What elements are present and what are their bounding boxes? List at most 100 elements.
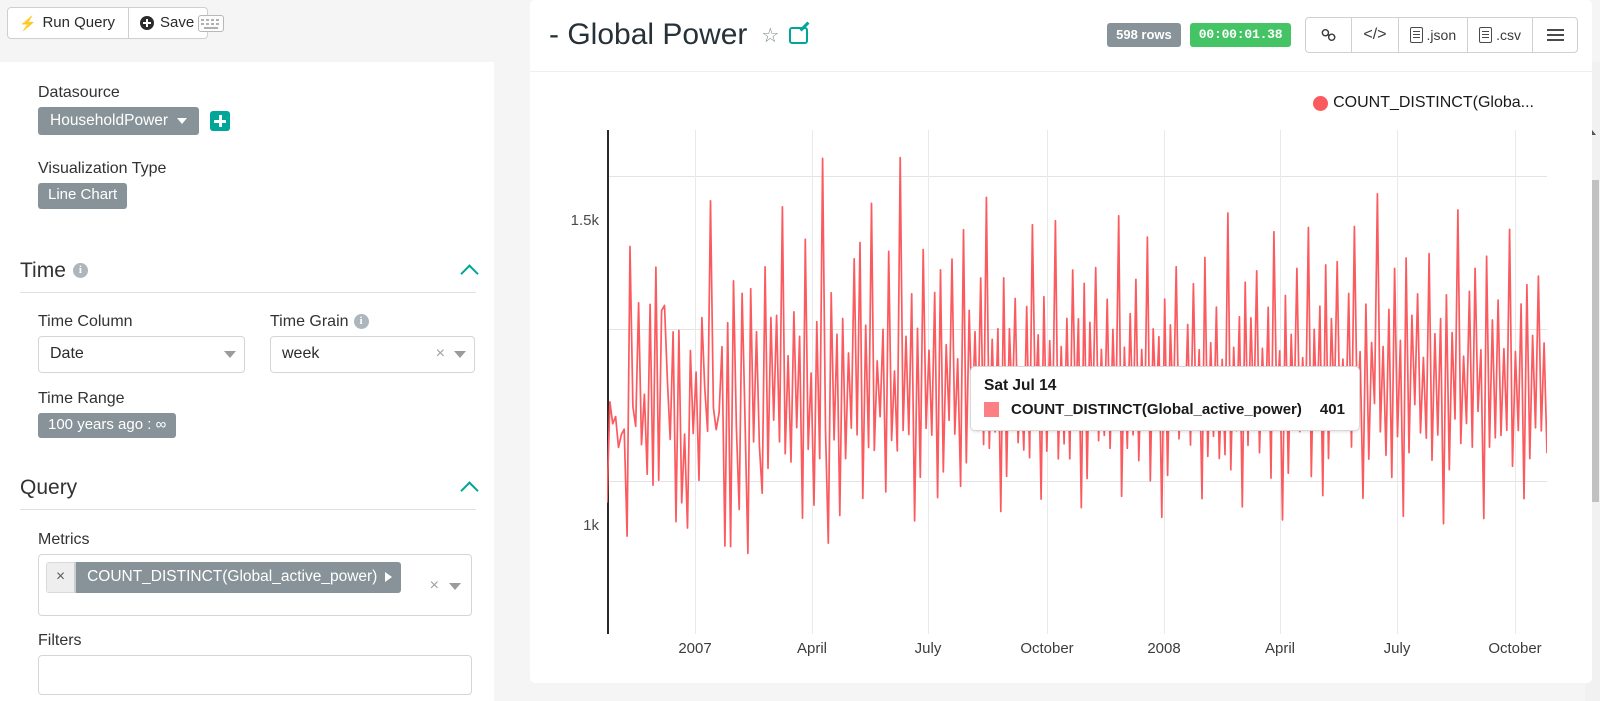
viz-type-control: Visualization Type Line Chart xyxy=(38,160,494,209)
metric-label: COUNT_DISTINCT(Global_active_power) xyxy=(87,568,378,586)
control-panel: Datasource HouseholdPower Visualization … xyxy=(0,62,494,701)
metric-pill-body[interactable]: COUNT_DISTINCT(Global_active_power) xyxy=(74,562,402,593)
x-axis-tick-label: April xyxy=(796,640,828,657)
query-section-title: Query xyxy=(20,476,78,500)
info-icon[interactable]: i xyxy=(353,314,369,330)
query-duration-badge: 00:00:01.38 xyxy=(1189,23,1292,47)
query-button-group: ⚡ Run Query Save xyxy=(7,7,209,39)
time-range-value: 100 years ago : ∞ xyxy=(48,415,167,433)
y-axis-tick-label: 1.5k xyxy=(570,211,599,229)
time-grain-value: week xyxy=(282,345,320,363)
datasource-select[interactable]: HouseholdPower xyxy=(38,107,200,136)
time-column-value: Date xyxy=(50,345,84,363)
metrics-label: Metrics xyxy=(38,531,90,549)
chart-tooltip: Sat Jul 14 COUNT_DISTINCT(Global_active_… xyxy=(970,366,1360,431)
datasource-control: Datasource HouseholdPower xyxy=(38,84,494,136)
rows-badge: 598 rows xyxy=(1107,23,1181,47)
datasource-value: HouseholdPower xyxy=(50,112,169,129)
viz-type-value: Line Chart xyxy=(48,186,118,204)
plus-circle-icon xyxy=(139,15,154,30)
view-query-button[interactable]: </> xyxy=(1351,17,1398,53)
query-toolbar: ⚡ Run Query Save xyxy=(0,0,520,58)
time-grain-label: Time Grain xyxy=(270,312,349,330)
more-menu-button[interactable] xyxy=(1532,17,1578,53)
time-column-control: Time Column Date xyxy=(38,313,245,373)
edit-properties-icon[interactable] xyxy=(789,26,809,44)
legend-color-dot xyxy=(1313,95,1329,111)
time-fields-row: Time Column Date Time Grain i week × xyxy=(38,313,494,373)
time-column-label: Time Column xyxy=(38,312,133,330)
clear-time-grain-icon[interactable]: × xyxy=(436,345,445,363)
tooltip-date: Sat Jul 14 xyxy=(984,377,1057,394)
chart-legend[interactable]: COUNT_DISTINCT(Globa... xyxy=(1313,94,1534,112)
x-axis-tick-label: April xyxy=(1264,640,1296,657)
expand-metric-icon xyxy=(385,571,393,582)
add-datasource-button[interactable] xyxy=(210,111,231,132)
filters-label: Filters xyxy=(38,632,82,650)
clear-metrics-icon[interactable]: × xyxy=(430,577,439,595)
metrics-multiselect[interactable]: × COUNT_DISTINCT(Global_active_power) × xyxy=(38,554,472,617)
code-icon: </> xyxy=(1363,26,1387,43)
hamburger-icon xyxy=(1546,29,1564,41)
export-csv-label: .csv xyxy=(1496,27,1521,43)
metrics-actions: × xyxy=(430,577,461,595)
query-section-title-wrap: Query xyxy=(20,476,77,500)
export-json-button[interactable]: .json xyxy=(1397,17,1468,53)
lightning-bolt-icon: ⚡ xyxy=(19,14,37,31)
time-section-title-wrap: Time i xyxy=(20,259,88,283)
json-file-icon xyxy=(1409,27,1423,43)
time-section-header[interactable]: Time i xyxy=(20,259,479,293)
chevron-down-icon xyxy=(224,350,236,358)
tooltip-value: 401 xyxy=(1319,401,1345,418)
remove-metric-icon[interactable]: × xyxy=(46,562,75,593)
x-axis-tick-label: 2008 xyxy=(1147,640,1181,657)
time-range-select[interactable]: 100 years ago : ∞ xyxy=(38,412,177,439)
superset-explore-page: ⚡ Run Query Save Datasource HouseholdPow… xyxy=(0,0,1600,701)
chevron-up-icon[interactable] xyxy=(460,263,479,283)
query-section-header[interactable]: Query xyxy=(20,476,479,511)
filters-multiselect[interactable] xyxy=(38,655,472,696)
metrics-control: Metrics × COUNT_DISTINCT(Global_active_p… xyxy=(38,531,472,617)
save-label: Save xyxy=(159,14,195,31)
x-axis-tick-label: October xyxy=(1020,640,1074,657)
tooltip-row: COUNT_DISTINCT(Global_active_power) 401 xyxy=(984,401,1345,418)
keyboard-shortcuts-icon[interactable] xyxy=(198,15,224,32)
time-grain-control: Time Grain i week × xyxy=(270,313,475,373)
chart-header: - Global Power ☆ 598 rows 00:00:01.38 </… xyxy=(530,0,1592,72)
tooltip-series-name: COUNT_DISTINCT(Global_active_power) xyxy=(1011,401,1302,418)
info-icon[interactable]: i xyxy=(72,263,88,279)
run-query-button[interactable]: ⚡ Run Query xyxy=(7,7,129,39)
save-button[interactable]: Save xyxy=(128,7,209,39)
chart-title-text: - Global Power xyxy=(549,18,748,51)
export-json-label: .json xyxy=(1426,27,1457,43)
chart-card: - Global Power ☆ 598 rows 00:00:01.38 </… xyxy=(530,0,1592,683)
metric-pill[interactable]: × COUNT_DISTINCT(Global_active_power) xyxy=(46,562,402,593)
share-link-button[interactable] xyxy=(1305,17,1352,53)
time-range-control: Time Range 100 years ago : ∞ xyxy=(38,390,494,439)
run-query-label: Run Query xyxy=(42,14,115,31)
page-title: - Global Power ☆ xyxy=(549,18,809,52)
time-range-label: Time Range xyxy=(38,389,125,407)
chevron-down-icon[interactable] xyxy=(449,582,461,590)
legend-label: COUNT_DISTINCT(Globa... xyxy=(1333,94,1534,111)
time-grain-select[interactable]: week × xyxy=(270,335,475,373)
x-axis-tick-label: October xyxy=(1488,640,1542,657)
x-axis-tick-label: July xyxy=(914,640,942,657)
time-grain-label-wrap: Time Grain i xyxy=(270,313,475,331)
time-column-select[interactable]: Date xyxy=(38,335,245,373)
chart-body: COUNT_DISTINCT(Globa... 5001k1.5k2007Apr… xyxy=(530,72,1592,683)
chevron-down-icon xyxy=(177,117,188,124)
favorite-star-icon[interactable]: ☆ xyxy=(761,23,779,48)
chevron-down-icon xyxy=(454,350,466,358)
x-axis-tick-label: July xyxy=(1383,640,1411,657)
export-csv-button[interactable]: .csv xyxy=(1467,17,1532,53)
chart-header-actions: 598 rows 00:00:01.38 </> .json .csv xyxy=(1107,17,1578,53)
filters-control: Filters xyxy=(38,632,472,696)
csv-file-icon xyxy=(1479,27,1493,43)
viz-type-select[interactable]: Line Chart xyxy=(38,183,128,209)
time-section-title: Time xyxy=(20,258,66,282)
chevron-up-icon[interactable] xyxy=(460,481,479,500)
tooltip-color-swatch xyxy=(984,402,999,417)
datasource-label: Datasource xyxy=(38,84,120,101)
y-axis-tick-label: 1k xyxy=(583,517,599,535)
